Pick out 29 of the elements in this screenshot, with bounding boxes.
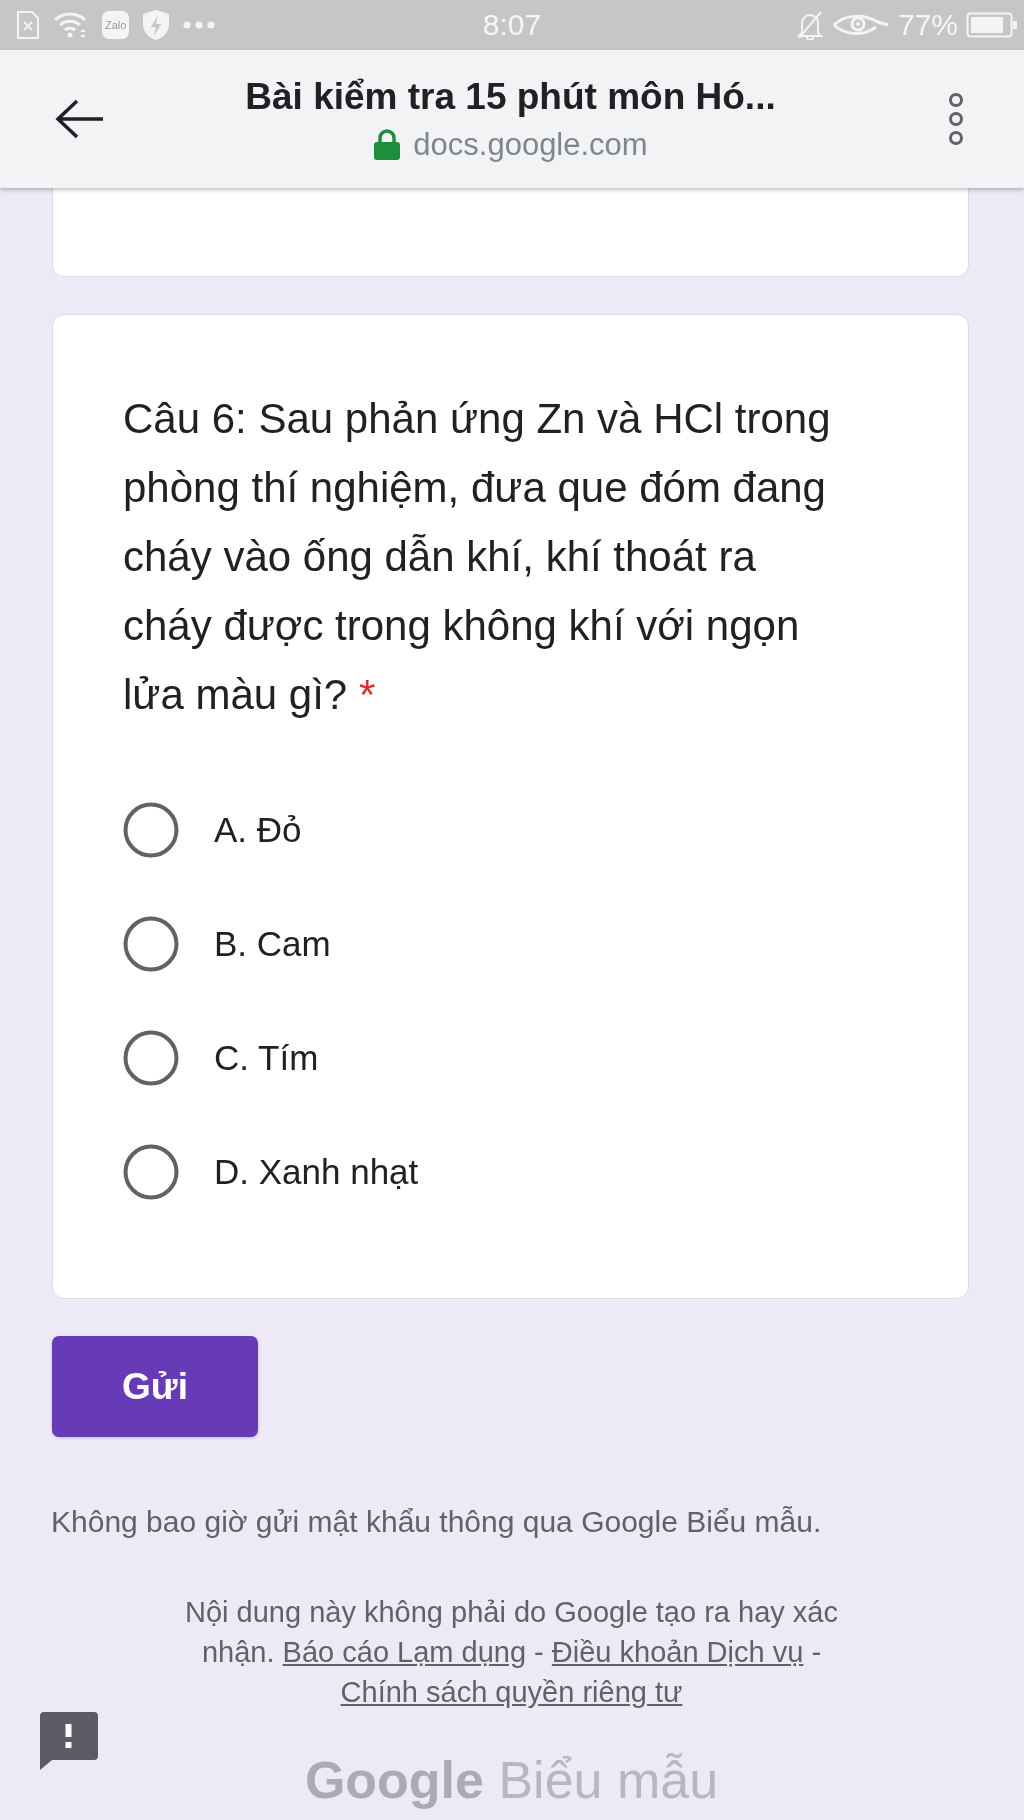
app-notification-badge: Zalo (102, 11, 130, 39)
radio-button[interactable] (123, 916, 179, 972)
question-text: Câu 6: Sau phản ứng Zn và HCl trong phòng thí nghiệm, đưa que đóm đang cháy vào ống dẫn khí, khí thoát ra cháy được trong không khí với ngọn lửa màu gì? * (123, 394, 832, 720)
radio-button[interactable] (123, 1030, 179, 1086)
shield-bolt-icon (142, 9, 171, 41)
more-dots-icon (183, 21, 216, 29)
page-url: docs.google.com (413, 126, 648, 164)
submit-button[interactable]: Gửi (52, 1336, 258, 1437)
footer-link[interactable]: Điều khoản Dịch vụ (551, 1636, 804, 1668)
option-label[interactable]: A. Đỏ (214, 810, 302, 850)
radio-button[interactable] (123, 1144, 179, 1200)
disclaimer-text: Nội dung này không phải do Google tạo ra hay xác nhận. Báo cáo Lạm dụng - Điều khoản Dịch vụ - Chính sách quyền riêng tư (184, 1595, 839, 1710)
radio-button[interactable] (123, 802, 179, 858)
report-bubble-icon[interactable] (40, 1712, 98, 1770)
back-arrow-icon[interactable] (55, 99, 105, 139)
eye-icon (831, 12, 890, 38)
option-label[interactable]: D. Xanh nhạt (214, 1152, 419, 1192)
battery-icon (966, 12, 1018, 38)
footer-link[interactable]: Chính sách quyền riêng tư (340, 1676, 683, 1708)
option-label[interactable]: C. Tím (214, 1038, 319, 1078)
page-title: Bài kiểm tra 15 phút môn Hó... (245, 75, 776, 119)
lock-icon (373, 129, 402, 161)
wifi-icon (53, 11, 89, 39)
footer-link[interactable]: Báo cáo Lạm dụng (282, 1636, 527, 1668)
option-label[interactable]: B. Cam (214, 924, 331, 964)
sim-card-icon (16, 10, 40, 40)
menu-icon[interactable] (946, 92, 966, 146)
bell-off-icon (795, 10, 824, 40)
password-warning: Không bao giờ gửi mật khẩu thông qua Google Biểu mẫu. (51, 1504, 822, 1540)
